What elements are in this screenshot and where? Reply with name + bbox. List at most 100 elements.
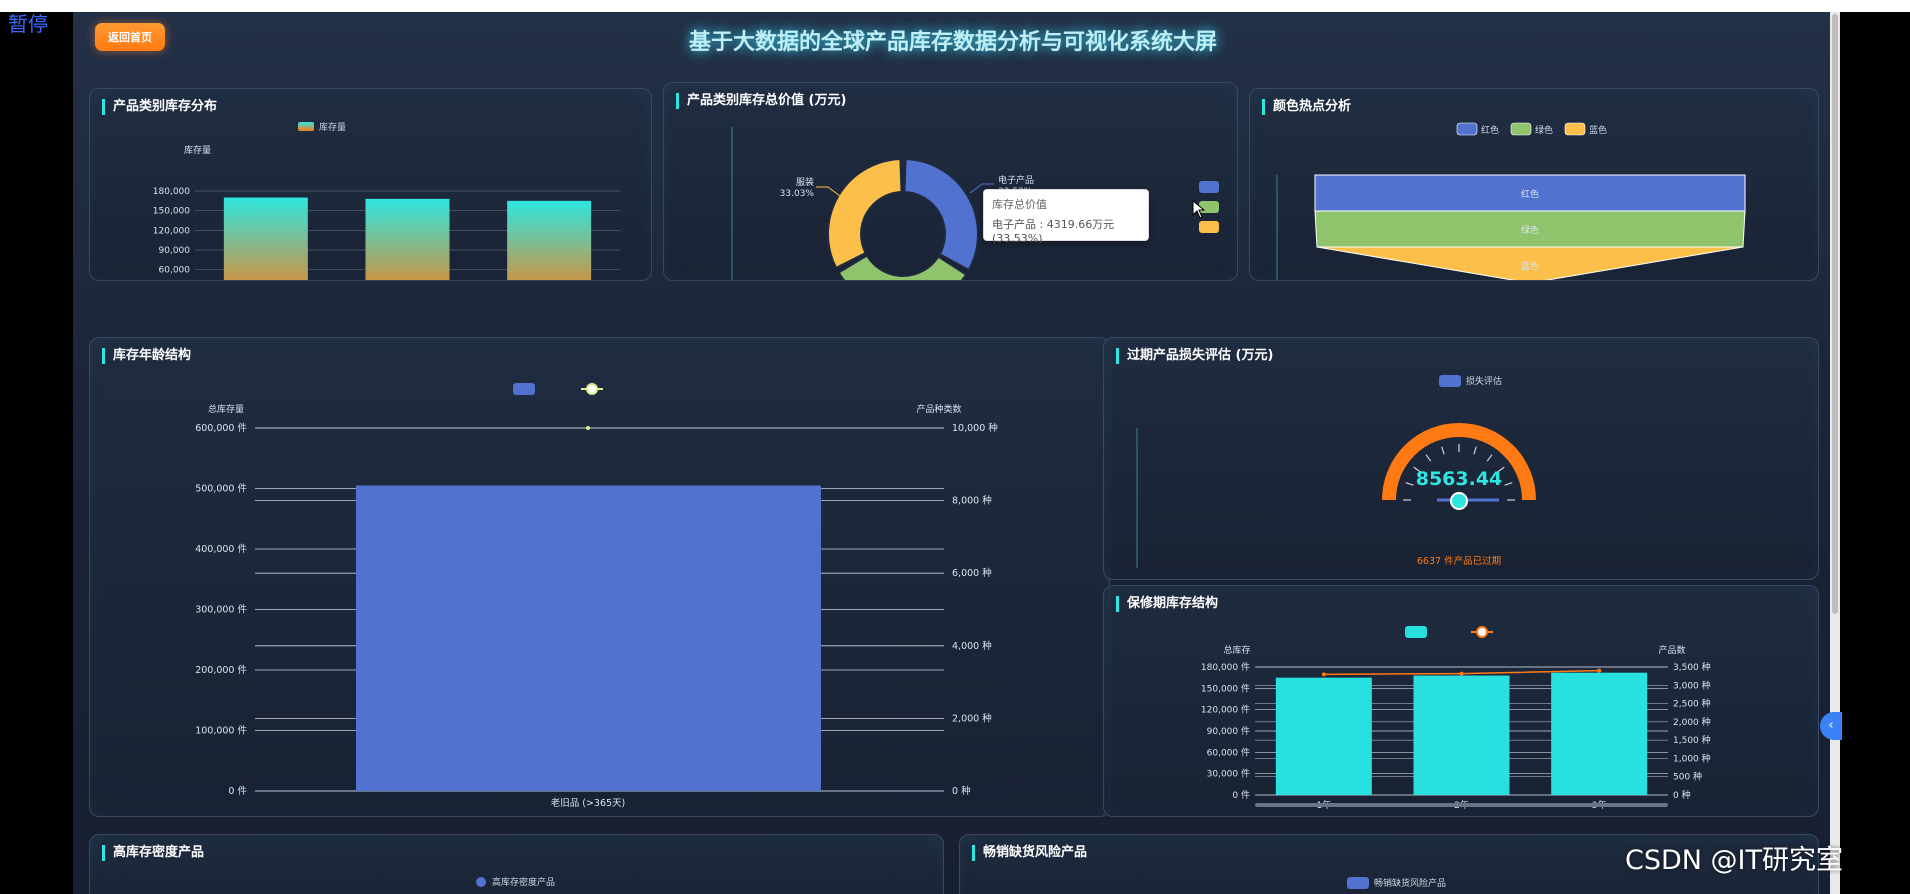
mouse-cursor-icon — [1192, 200, 1206, 219]
slice-电子产品 — [903, 158, 979, 272]
y-tick-label-left: 100,000 件 — [195, 725, 247, 737]
bar-1年 — [1275, 677, 1372, 795]
panel-color-heat: 颜色热点分析 红色 绿色 蓝色 红色 绿色 蓝色 — [1249, 88, 1819, 281]
legend-label: 蓝色 — [1589, 124, 1607, 136]
gauge-tick — [1441, 446, 1445, 455]
y-axis-title-left: 总库存量 — [208, 403, 244, 415]
panel-category-value: 产品类别库存总价值 (万元) 电子产品33.53%服装33.03%家用电器 — [663, 82, 1238, 281]
legend-swatch[interactable] — [1456, 122, 1478, 136]
y-tick-label-right: 0 种 — [1673, 789, 1691, 801]
legend-swatch[interactable] — [1564, 122, 1586, 136]
gauge-tick — [1473, 446, 1477, 455]
y-tick-label-right: 3,000 种 — [1673, 679, 1711, 691]
panel-warranty: 保修期库存结构 总库存 产品数 0 件 30,000 件 60,000 件 90,000 … — [1103, 585, 1819, 817]
page-title: 基于大数据的全球产品库存数据分析与可视化系统大屏 — [688, 30, 1217, 55]
y-tick-label-right: 2,000 种 — [952, 712, 992, 724]
legend-swatch[interactable] — [1439, 375, 1461, 387]
y-tick-label-right: 10,000 种 — [952, 422, 998, 434]
line-point — [586, 426, 590, 430]
watermark: CSDN @IT研究室 — [1625, 845, 1844, 876]
legend-label: 红色 — [1481, 124, 1499, 136]
label-line — [816, 186, 841, 197]
color-heat-chart: 红色 绿色 蓝色红色绿色蓝色 — [1276, 122, 1746, 280]
y-tick-label-right: 0 种 — [952, 785, 971, 797]
slice-label: 服装 — [796, 176, 814, 188]
funnel-label: 红色 — [1521, 188, 1539, 200]
y-tick-label-right: 1,000 种 — [1673, 752, 1711, 764]
legend-label: 畅销缺货风险产品 — [1374, 877, 1446, 889]
legend-label: 损失评估 — [1466, 375, 1502, 387]
pause-label[interactable]: 暂停 — [8, 8, 48, 37]
category-value-chart: 电子产品33.53%服装33.03%家用电器 — [731, 127, 1219, 280]
gauge-note: 6637 件产品已过期 — [1417, 555, 1501, 567]
y-tick-label-left: 0 件 — [228, 785, 247, 797]
bar-2年 — [1413, 675, 1510, 795]
legend-dot[interactable] — [476, 877, 486, 887]
y-axis-title: 库存量 — [184, 144, 211, 156]
legend-swatch-电子产品[interactable] — [1199, 181, 1219, 193]
gauge-center — [1450, 492, 1468, 510]
expired-loss-gauge: 损失评估 8563.44 6637 件产品已过期 — [1136, 375, 1536, 568]
legend-label: 高库存密度产品 — [492, 876, 555, 888]
legend-marker[interactable] — [586, 383, 598, 395]
y-tick-label-right: 2,000 种 — [1673, 716, 1711, 728]
gauge-tick — [1486, 454, 1493, 462]
legend-swatch[interactable] — [1510, 122, 1532, 136]
line-point — [1597, 668, 1602, 673]
y-tick-label-left: 30,000 件 — [1207, 768, 1250, 780]
y-axis-title-right: 产品数 — [1658, 644, 1685, 656]
panel-high-density: 高库存密度产品 高库存密度产品 — [89, 834, 944, 894]
y-tick-label-left: 60,000 件 — [1207, 746, 1250, 758]
browser-top-strip — [0, 0, 1910, 12]
panel-expired-loss: 过期产品损失评估 (万元) 损失评估 8563.44 6637 件产品已过期 — [1103, 337, 1819, 580]
y-tick-label: 150,000 — [153, 207, 190, 217]
y-tick-label-left: 0 件 — [1232, 789, 1250, 801]
y-tick-label-right: 3,500 种 — [1673, 661, 1711, 673]
legend-swatch[interactable] — [1405, 626, 1427, 638]
x-tick-label: 老旧品 (>365天) — [551, 797, 626, 809]
slice-服装 — [827, 158, 903, 270]
gauge-tick — [1425, 454, 1432, 462]
scrollbar-thumb[interactable] — [1832, 14, 1838, 614]
gauge-value: 8563.44 — [1416, 468, 1503, 490]
warranty-chart: 总库存 产品数 0 件 30,000 件 60,000 件 90,000 件 120,000… — [1201, 626, 1711, 811]
legend-swatch[interactable] — [1347, 877, 1369, 889]
y-tick-label-left: 300,000 件 — [195, 604, 247, 616]
funnel-label: 绿色 — [1521, 224, 1539, 236]
category-stock-chart: 库存量库存量030,00060,00090,000120,000150,0001… — [153, 121, 620, 280]
y-tick-label-right: 1,500 种 — [1673, 734, 1711, 746]
y-tick-label-right: 2,500 种 — [1673, 698, 1711, 710]
y-tick-label-left: 120,000 件 — [1201, 704, 1250, 716]
bar-电子产品 — [223, 197, 308, 280]
line-point — [1459, 671, 1464, 676]
bar-家用电器 — [507, 200, 592, 280]
slice-家用电器 — [837, 254, 968, 280]
dashboard: 返回首页 基于大数据的全球产品库存数据分析与可视化系统大屏 产品类别库存分布 库… — [73, 12, 1833, 894]
y-tick-label-right: 8,000 种 — [952, 495, 992, 507]
y-tick-label-left: 600,000 件 — [195, 422, 247, 434]
y-axis-title-right: 产品种类数 — [916, 403, 961, 415]
y-tick-label-left: 200,000 件 — [195, 664, 247, 676]
tooltip-line: 电子产品 : 4319.66万元 (33.53%) — [992, 218, 1115, 245]
y-tick-label: 90,000 — [159, 246, 191, 256]
legend-swatch-服装[interactable] — [1199, 221, 1219, 233]
gauge-tick — [1504, 482, 1513, 486]
y-tick-label-left: 400,000 件 — [195, 543, 247, 555]
legend-label: 绿色 — [1535, 124, 1553, 136]
collapse-handle-icon[interactable]: ‹ — [1820, 712, 1842, 740]
legend-swatch[interactable] — [513, 383, 535, 395]
y-tick-label-left: 500,000 件 — [195, 483, 247, 495]
bar-3年 — [1551, 672, 1648, 795]
gauge-tick — [1405, 482, 1414, 486]
bar-服装 — [365, 198, 450, 280]
zoom-slider[interactable] — [1255, 803, 1668, 807]
y-tick-label: 180,000 — [153, 187, 190, 197]
y-tick-label-left: 150,000 件 — [1201, 682, 1250, 694]
y-tick-label-right: 500 种 — [1673, 771, 1702, 783]
y-tick-label-left: 90,000 件 — [1207, 725, 1250, 737]
pie-tooltip: 库存总价值 电子产品 : 4319.66万元 (33.53%) — [983, 189, 1149, 245]
legend-label: 库存量 — [319, 121, 346, 133]
legend-marker[interactable] — [1476, 626, 1488, 638]
tooltip-title: 库存总价值 — [992, 198, 1047, 211]
legend-swatch[interactable] — [298, 122, 314, 131]
